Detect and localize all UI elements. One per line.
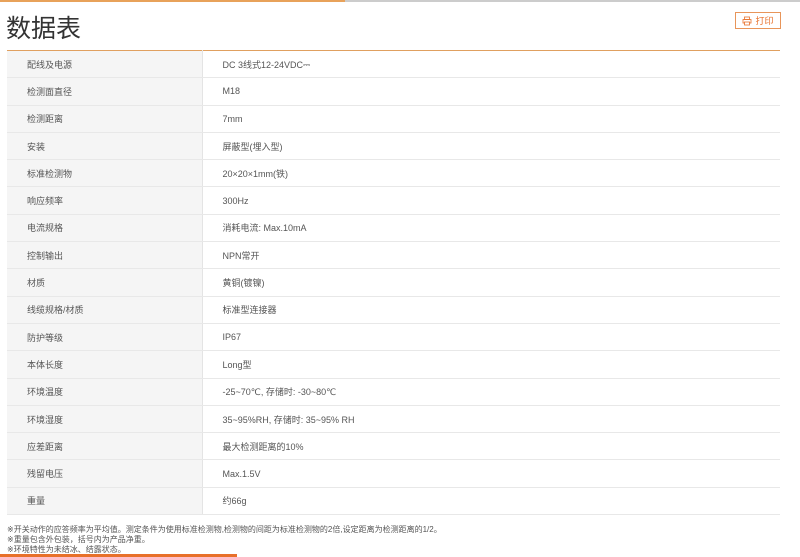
spec-value: NPN常开 xyxy=(202,241,780,270)
spec-label: 残留电压 xyxy=(7,459,203,488)
top-progress-bar xyxy=(0,0,800,2)
spec-value: 屏蔽型(埋入型) xyxy=(202,132,780,161)
spec-label: 电流规格 xyxy=(7,214,203,243)
table-row: 环境湿度 35~95%RH, 存储时: 35~95% RH xyxy=(7,405,780,434)
spec-value: Long型 xyxy=(202,350,780,379)
spec-value: 7mm xyxy=(202,105,780,133)
table-row: 检测面直径 M18 xyxy=(7,77,780,106)
table-row: 安装 屏蔽型(埋入型) xyxy=(7,132,780,161)
spec-label: 检测面直径 xyxy=(7,77,203,106)
spec-value: IP67 xyxy=(202,323,780,352)
table-row: 本体长度 Long型 xyxy=(7,350,780,379)
spec-label: 应差距离 xyxy=(7,432,203,461)
footnote: ※开关动作的应答频率为平均值。测定条件为使用标准检测物,检测物的间距为标准检测物… xyxy=(7,525,442,534)
table-row: 应差距离 最大检测距离的10% xyxy=(7,432,780,461)
spec-label: 材质 xyxy=(7,268,203,297)
spec-label: 环境温度 xyxy=(7,378,203,406)
spec-label: 线缆规格/材质 xyxy=(7,296,203,324)
table-row: 控制输出 NPN常开 xyxy=(7,241,780,270)
print-label: 打印 xyxy=(755,16,774,26)
table-row: 标准检测物 20×20×1mm(铁) xyxy=(7,159,780,188)
spec-label: 检测距离 xyxy=(7,105,203,133)
printer-icon xyxy=(743,16,752,25)
table-row: 电流规格 消耗电流: Max.10mA xyxy=(7,214,780,243)
table-row: 重量 约66g xyxy=(7,487,780,516)
spec-value: 最大检测距离的10% xyxy=(202,432,780,461)
spec-label: 防护等级 xyxy=(7,323,203,352)
page-title: 数据表 xyxy=(6,15,82,43)
table-row: 线缆规格/材质 标准型连接器 xyxy=(7,296,780,324)
spec-label: 标准检测物 xyxy=(7,159,203,188)
spec-label: 安装 xyxy=(7,132,203,161)
spec-label: 重量 xyxy=(7,487,203,516)
footnote: ※重量包含外包装，括号内为产品净重。 xyxy=(7,535,150,544)
spec-value: 35~95%RH, 存储时: 35~95% RH xyxy=(202,405,780,434)
spec-table: 配线及电源 DC 3线式12-24VDC⎓ 检测面直径 M18 检测距离 7mm 安装 屏蔽型… xyxy=(7,50,780,516)
spec-label: 控制输出 xyxy=(7,241,203,270)
spec-value: 标准型连接器 xyxy=(202,296,780,324)
table-row: 残留电压 Max.1.5V xyxy=(7,459,780,488)
table-row: 材质 黄铜(镀镍) xyxy=(7,268,780,297)
spec-value: 20×20×1mm(铁) xyxy=(202,159,780,188)
spec-label: 本体长度 xyxy=(7,350,203,379)
spec-value: 黄铜(镀镍) xyxy=(202,268,780,297)
spec-value: 300Hz xyxy=(202,186,780,215)
spec-label: 环境湿度 xyxy=(7,405,203,434)
spec-value: 消耗电流: Max.10mA xyxy=(202,214,780,243)
table-row: 配线及电源 DC 3线式12-24VDC⎓ xyxy=(7,50,780,79)
spec-value: Max.1.5V xyxy=(202,459,780,488)
spec-value: -25~70℃, 存储时: -30~80℃ xyxy=(202,378,780,406)
print-button[interactable]: 打印 xyxy=(735,12,781,29)
footnotes: ※开关动作的应答频率为平均值。测定条件为使用标准检测物,检测物的间距为标准检测物… xyxy=(7,525,442,555)
table-row: 检测距离 7mm xyxy=(7,105,780,133)
spec-label: 配线及电源 xyxy=(7,50,203,79)
spec-value: DC 3线式12-24VDC⎓ xyxy=(202,50,780,79)
spec-value: M18 xyxy=(202,77,780,106)
table-row: 响应频率 300Hz xyxy=(7,186,780,215)
table-row: 环境温度 -25~70℃, 存储时: -30~80℃ xyxy=(7,378,780,406)
table-row: 防护等级 IP67 xyxy=(7,323,780,352)
spec-label: 响应频率 xyxy=(7,186,203,215)
spec-value: 约66g xyxy=(202,487,780,516)
